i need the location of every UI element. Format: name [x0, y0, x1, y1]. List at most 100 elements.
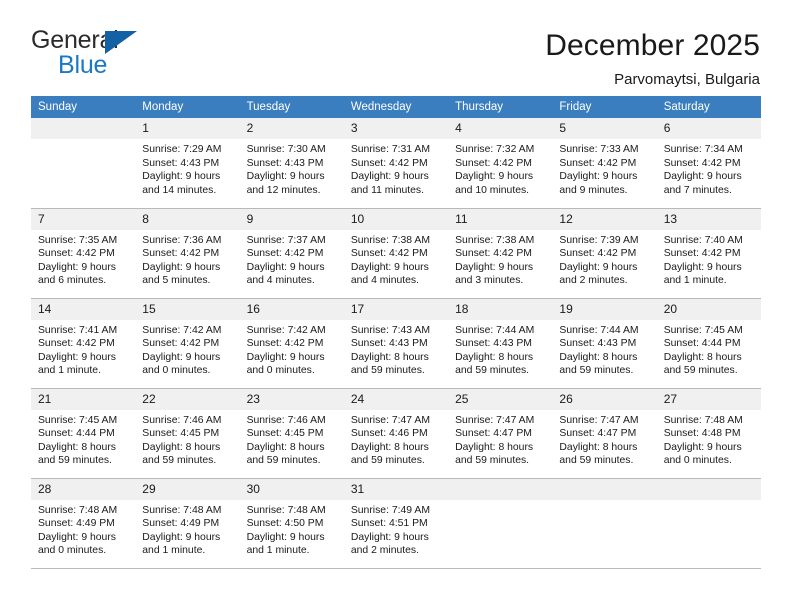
- daylight-text-line1: Daylight: 9 hours: [246, 531, 325, 543]
- daylight-text-line1: Daylight: 8 hours: [455, 441, 534, 453]
- sunset-text: Sunset: 4:42 PM: [663, 248, 741, 260]
- daylight-text-line2: and 1 minute.: [663, 275, 727, 287]
- daylight-text-line2: and 11 minutes.: [350, 184, 425, 196]
- day-cell-inner: 21 Sunrise: 7:45 AM Sunset: 4:44 PM Dayligh…: [31, 388, 136, 478]
- calendar-week-row: 1 Sunrise: 7:29 AM Sunset: 4:43 PM Daylight…: [31, 118, 761, 209]
- calendar-day-cell[interactable]: 11 Sunrise: 7:38 AM Sunset: 4:42 PM Dayligh…: [448, 208, 553, 299]
- daylight-text-line1: Daylight: 9 hours: [142, 531, 221, 543]
- sunset-text: Sunset: 4:42 PM: [350, 157, 428, 169]
- day-cell-inner: 13 Sunrise: 7:40 AM Sunset: 4:42 PM Dayligh…: [656, 208, 761, 298]
- day-details: Sunrise: 7:44 AM Sunset: 4:43 PM Daylight:…: [448, 320, 552, 378]
- calendar-day-cell[interactable]: 30 Sunrise: 7:48 AM Sunset: 4:50 PM Dayligh…: [239, 478, 344, 569]
- calendar-day-cell[interactable]: 27 Sunrise: 7:48 AM Sunset: 4:48 PM Dayligh…: [656, 388, 761, 479]
- calendar-day-cell[interactable]: 25 Sunrise: 7:47 AM Sunset: 4:47 PM Dayligh…: [448, 388, 553, 479]
- calendar-day-cell[interactable]: 17 Sunrise: 7:43 AM Sunset: 4:43 PM Dayligh…: [343, 298, 449, 389]
- calendar-day-cell[interactable]: 31 Sunrise: 7:49 AM Sunset: 4:51 PM Dayligh…: [343, 478, 449, 569]
- calendar-day-cell[interactable]: 9 Sunrise: 7:37 AM Sunset: 4:42 PM Daylight…: [239, 208, 344, 299]
- sunset-text: Sunset: 4:42 PM: [246, 338, 324, 350]
- daylight-text-line1: Daylight: 9 hours: [246, 261, 325, 273]
- sunset-text: Sunset: 4:51 PM: [350, 518, 428, 530]
- daylight-text-line2: and 59 minutes.: [455, 365, 530, 377]
- day-details: Sunrise: 7:45 AM Sunset: 4:44 PM Daylight:…: [31, 410, 135, 468]
- sunrise-text: Sunrise: 7:46 AM: [142, 414, 222, 426]
- general-blue-logo[interactable]: General Blue: [31, 26, 143, 82]
- sunset-text: Sunset: 4:44 PM: [38, 428, 115, 440]
- day-cell-inner: 26 Sunrise: 7:47 AM Sunset: 4:47 PM Dayligh…: [552, 388, 657, 478]
- day-number: 2: [239, 118, 344, 139]
- day-details: Sunrise: 7:47 AM Sunset: 4:46 PM Daylight:…: [344, 410, 448, 468]
- calendar-day-cell[interactable]: 18 Sunrise: 7:44 AM Sunset: 4:43 PM Dayligh…: [448, 298, 553, 389]
- day-details: Sunrise: 7:42 AM Sunset: 4:42 PM Daylight:…: [240, 320, 344, 378]
- day-cell-inner: 29 Sunrise: 7:48 AM Sunset: 4:49 PM Dayligh…: [135, 478, 240, 568]
- daylight-text-line2: and 1 minute.: [142, 545, 206, 557]
- calendar-day-cell[interactable]: 23 Sunrise: 7:46 AM Sunset: 4:45 PM Dayligh…: [239, 388, 344, 479]
- page-title: December 2025: [545, 29, 760, 62]
- day-details: Sunrise: 7:47 AM Sunset: 4:47 PM Daylight:…: [552, 410, 656, 468]
- sunrise-text: Sunrise: 7:46 AM: [246, 414, 326, 426]
- calendar-day-cell[interactable]: 3 Sunrise: 7:31 AM Sunset: 4:42 PM Daylight…: [343, 118, 449, 209]
- calendar-day-cell[interactable]: 22 Sunrise: 7:46 AM Sunset: 4:45 PM Dayligh…: [135, 388, 240, 479]
- daylight-text-line2: and 0 minutes.: [246, 365, 315, 377]
- day-cell-inner: 20 Sunrise: 7:45 AM Sunset: 4:44 PM Dayligh…: [656, 298, 761, 388]
- day-details: Sunrise: 7:47 AM Sunset: 4:47 PM Daylight:…: [448, 410, 552, 468]
- sunrise-text: Sunrise: 7:48 AM: [663, 414, 743, 426]
- daylight-text-line2: and 59 minutes.: [350, 365, 425, 377]
- calendar-day-cell[interactable]: 26 Sunrise: 7:47 AM Sunset: 4:47 PM Dayligh…: [552, 388, 657, 479]
- day-number: 18: [448, 298, 553, 320]
- sunset-text: Sunset: 4:48 PM: [663, 428, 741, 440]
- daylight-text-line1: Daylight: 8 hours: [38, 441, 116, 453]
- day-cell-inner: 31 Sunrise: 7:49 AM Sunset: 4:51 PM Dayligh…: [343, 478, 449, 568]
- daylight-text-line2: and 0 minutes.: [663, 455, 732, 467]
- sunset-text: Sunset: 4:43 PM: [142, 157, 220, 169]
- day-number: 26: [552, 388, 657, 410]
- calendar-day-cell[interactable]: 10 Sunrise: 7:38 AM Sunset: 4:42 PM Dayligh…: [343, 208, 449, 299]
- calendar-day-cell[interactable]: 6 Sunrise: 7:34 AM Sunset: 4:42 PM Daylight…: [656, 118, 761, 209]
- day-details: Sunrise: 7:33 AM Sunset: 4:42 PM Daylight:…: [552, 139, 656, 197]
- calendar-day-cell[interactable]: 28 Sunrise: 7:48 AM Sunset: 4:49 PM Dayligh…: [31, 478, 136, 569]
- calendar-day-cell[interactable]: 12 Sunrise: 7:39 AM Sunset: 4:42 PM Dayligh…: [552, 208, 657, 299]
- day-number: 11: [448, 208, 553, 230]
- weekday-header-monday: Monday: [135, 96, 240, 118]
- calendar-day-cell[interactable]: 4 Sunrise: 7:32 AM Sunset: 4:42 PM Daylight…: [448, 118, 553, 209]
- sunrise-text: Sunrise: 7:44 AM: [559, 324, 639, 336]
- day-cell-inner: 10 Sunrise: 7:38 AM Sunset: 4:42 PM Dayligh…: [343, 208, 449, 298]
- calendar-day-cell[interactable]: 15 Sunrise: 7:42 AM Sunset: 4:42 PM Dayligh…: [135, 298, 240, 389]
- sunrise-text: Sunrise: 7:47 AM: [350, 414, 430, 426]
- day-cell-inner: 7 Sunrise: 7:35 AM Sunset: 4:42 PM Daylight…: [31, 208, 136, 298]
- day-number: 24: [343, 388, 449, 410]
- page-subtitle: Parvomaytsi, Bulgaria: [614, 71, 760, 88]
- calendar-day-cell[interactable]: 16 Sunrise: 7:42 AM Sunset: 4:42 PM Dayligh…: [239, 298, 344, 389]
- calendar-day-cell[interactable]: 2 Sunrise: 7:30 AM Sunset: 4:43 PM Daylight…: [239, 118, 344, 209]
- day-cell-inner: 22 Sunrise: 7:46 AM Sunset: 4:45 PM Dayligh…: [135, 388, 240, 478]
- day-details: Sunrise: 7:48 AM Sunset: 4:50 PM Daylight:…: [240, 500, 344, 558]
- sunrise-text: Sunrise: 7:45 AM: [38, 414, 118, 426]
- day-number: 27: [656, 388, 761, 410]
- calendar-week-row: 21 Sunrise: 7:45 AM Sunset: 4:44 PM Dayligh…: [31, 388, 761, 479]
- calendar-day-cell[interactable]: 1 Sunrise: 7:29 AM Sunset: 4:43 PM Daylight…: [135, 118, 240, 209]
- calendar-day-cell-empty: [552, 478, 657, 569]
- sunrise-text: Sunrise: 7:38 AM: [455, 234, 535, 246]
- daylight-text-line2: and 2 minutes.: [350, 545, 420, 557]
- daylight-text-line2: and 59 minutes.: [455, 455, 530, 467]
- day-number: 16: [239, 298, 344, 320]
- calendar-day-cell[interactable]: 5 Sunrise: 7:33 AM Sunset: 4:42 PM Daylight…: [552, 118, 657, 209]
- day-number: 28: [31, 478, 136, 500]
- day-number: 20: [656, 298, 761, 320]
- calendar-day-cell[interactable]: 14 Sunrise: 7:41 AM Sunset: 4:42 PM Dayligh…: [31, 298, 136, 389]
- daylight-text-line1: Daylight: 8 hours: [350, 351, 429, 363]
- calendar-day-cell[interactable]: 20 Sunrise: 7:45 AM Sunset: 4:44 PM Dayligh…: [656, 298, 761, 389]
- daylight-text-line1: Daylight: 8 hours: [663, 351, 742, 363]
- calendar-day-cell[interactable]: 8 Sunrise: 7:36 AM Sunset: 4:42 PM Daylight…: [135, 208, 240, 299]
- daylight-text-line1: Daylight: 9 hours: [663, 261, 742, 273]
- weekday-header-friday: Friday: [552, 96, 657, 118]
- calendar-day-cell[interactable]: 29 Sunrise: 7:48 AM Sunset: 4:49 PM Dayligh…: [135, 478, 240, 569]
- day-details: Sunrise: 7:30 AM Sunset: 4:43 PM Daylight:…: [240, 139, 344, 197]
- calendar-day-cell[interactable]: 21 Sunrise: 7:45 AM Sunset: 4:44 PM Dayligh…: [31, 388, 136, 479]
- day-details: Sunrise: 7:44 AM Sunset: 4:43 PM Daylight:…: [552, 320, 656, 378]
- calendar-day-cell[interactable]: 13 Sunrise: 7:40 AM Sunset: 4:42 PM Dayligh…: [656, 208, 761, 299]
- calendar-table: Sunday Monday Tuesday Wednesday Thursday…: [31, 96, 761, 569]
- calendar-day-cell[interactable]: 7 Sunrise: 7:35 AM Sunset: 4:42 PM Daylight…: [31, 208, 136, 299]
- calendar-day-cell[interactable]: 24 Sunrise: 7:47 AM Sunset: 4:46 PM Dayligh…: [343, 388, 449, 479]
- day-details: Sunrise: 7:34 AM Sunset: 4:42 PM Daylight:…: [657, 139, 761, 197]
- calendar-day-cell[interactable]: 19 Sunrise: 7:44 AM Sunset: 4:43 PM Dayligh…: [552, 298, 657, 389]
